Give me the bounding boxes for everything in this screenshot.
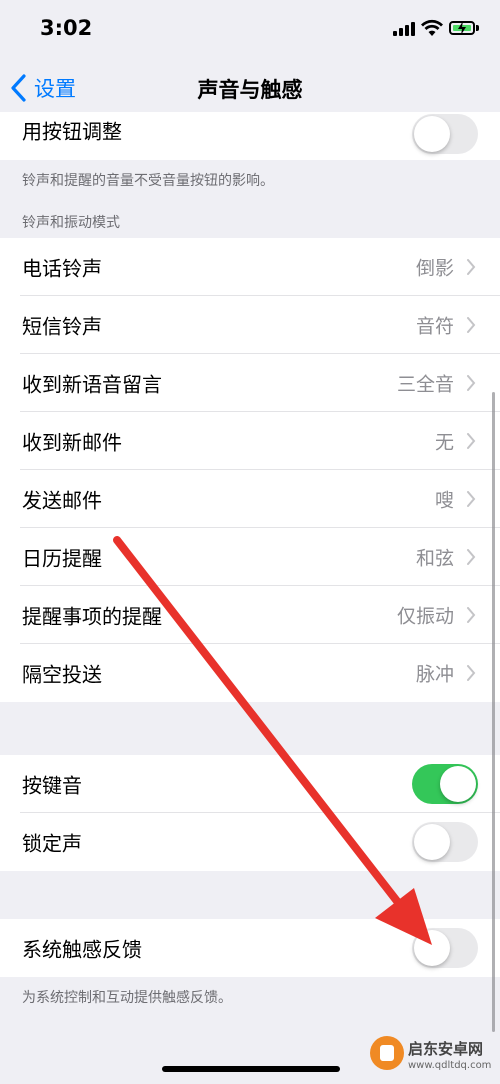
list-item-label: 日历提醒 [22,546,102,571]
chevron-right-icon [467,491,476,507]
change-with-buttons-group: 用按钮调整 [0,112,500,160]
lock-sound-toggle[interactable] [412,822,478,862]
list-item-ringtone[interactable]: 电话铃声 倒影 [0,238,500,296]
list-item-label: 隔空投送 [22,662,102,687]
watermark-logo-icon [370,1036,404,1070]
list-item-value: 音符 [415,315,454,338]
change-with-buttons-row: 用按钮调整 [0,112,500,160]
chevron-right-icon [467,375,476,391]
list-item-text-tone[interactable]: 短信铃声 音符 [0,296,500,354]
page-title: 声音与触感 [197,78,303,102]
list-item-value: 和弦 [415,547,454,570]
ringtones-section-header: 铃声和振动模式 [22,215,120,231]
change-with-buttons-label: 用按钮调整 [22,119,122,144]
watermark: 启东安卓网 www.qdltdq.com [370,1032,498,1082]
list-item-new-voicemail[interactable]: 收到新语音留言 三全音 [0,354,500,412]
list-item-label: 收到新语音留言 [22,372,162,397]
list-item-value: 脉冲 [415,663,454,686]
wifi-icon [421,19,443,36]
keyboard-clicks-label: 按键音 [22,773,82,798]
haptics-footnote: 为系统控制和互动提供触感反馈。 [22,990,232,1006]
keyboard-clicks-row: 按键音 [0,755,500,813]
scroll-indicator [492,392,495,1032]
system-haptics-toggle[interactable] [412,928,478,968]
chevron-right-icon [467,259,476,275]
chevron-right-icon [467,549,476,565]
navigation-bar: 设置 声音与触感 [0,60,500,116]
list-item-value: 三全音 [396,373,454,396]
chevron-right-icon [467,665,476,681]
chevron-right-icon [467,317,476,333]
cellular-signal-icon [393,22,415,36]
list-item-value: 嗖 [434,489,454,512]
list-item-value: 仅振动 [396,605,454,628]
lock-sound-row: 锁定声 [0,813,500,871]
status-bar: 3:02 [0,0,500,60]
list-item-label: 收到新邮件 [22,430,122,455]
list-item-reminder-alerts[interactable]: 提醒事项的提醒 仅振动 [0,586,500,644]
ringtones-group: 电话铃声 倒影 短信铃声 音符 收到新语音留言 三全音 收到新邮件 无 发送邮件… [0,238,500,702]
battery-cap [476,25,479,31]
home-indicator[interactable] [162,1066,340,1072]
charging-bolt-icon [458,21,466,35]
watermark-text: 启东安卓网 [408,1040,484,1058]
status-time: 3:02 [40,16,93,40]
list-item-label: 电话铃声 [22,256,102,281]
system-haptics-label: 系统触感反馈 [22,937,142,962]
list-item-new-mail[interactable]: 收到新邮件 无 [0,412,500,470]
chevron-right-icon [467,433,476,449]
list-item-label: 短信铃声 [22,314,102,339]
list-item-value: 倒影 [415,257,454,280]
chevron-right-icon [467,607,476,623]
lock-sound-label: 锁定声 [22,831,82,856]
list-item-sent-mail[interactable]: 发送邮件 嗖 [0,470,500,528]
watermark-url: www.qdltdq.com [408,1060,492,1071]
list-item-label: 提醒事项的提醒 [22,604,162,629]
list-item-airdrop[interactable]: 隔空投送 脉冲 [0,644,500,702]
system-haptics-row: 系统触感反馈 [0,919,500,977]
list-item-value: 无 [434,431,454,454]
change-with-buttons-toggle[interactable] [412,114,478,154]
list-item-label: 发送邮件 [22,488,102,513]
list-item-calendar-alerts[interactable]: 日历提醒 和弦 [0,528,500,586]
keyboard-clicks-toggle[interactable] [412,764,478,804]
volume-footnote: 铃声和提醒的音量不受音量按钮的影响。 [22,173,274,189]
haptics-group: 系统触感反馈 [0,919,500,977]
sounds-group: 按键音 锁定声 [0,755,500,871]
